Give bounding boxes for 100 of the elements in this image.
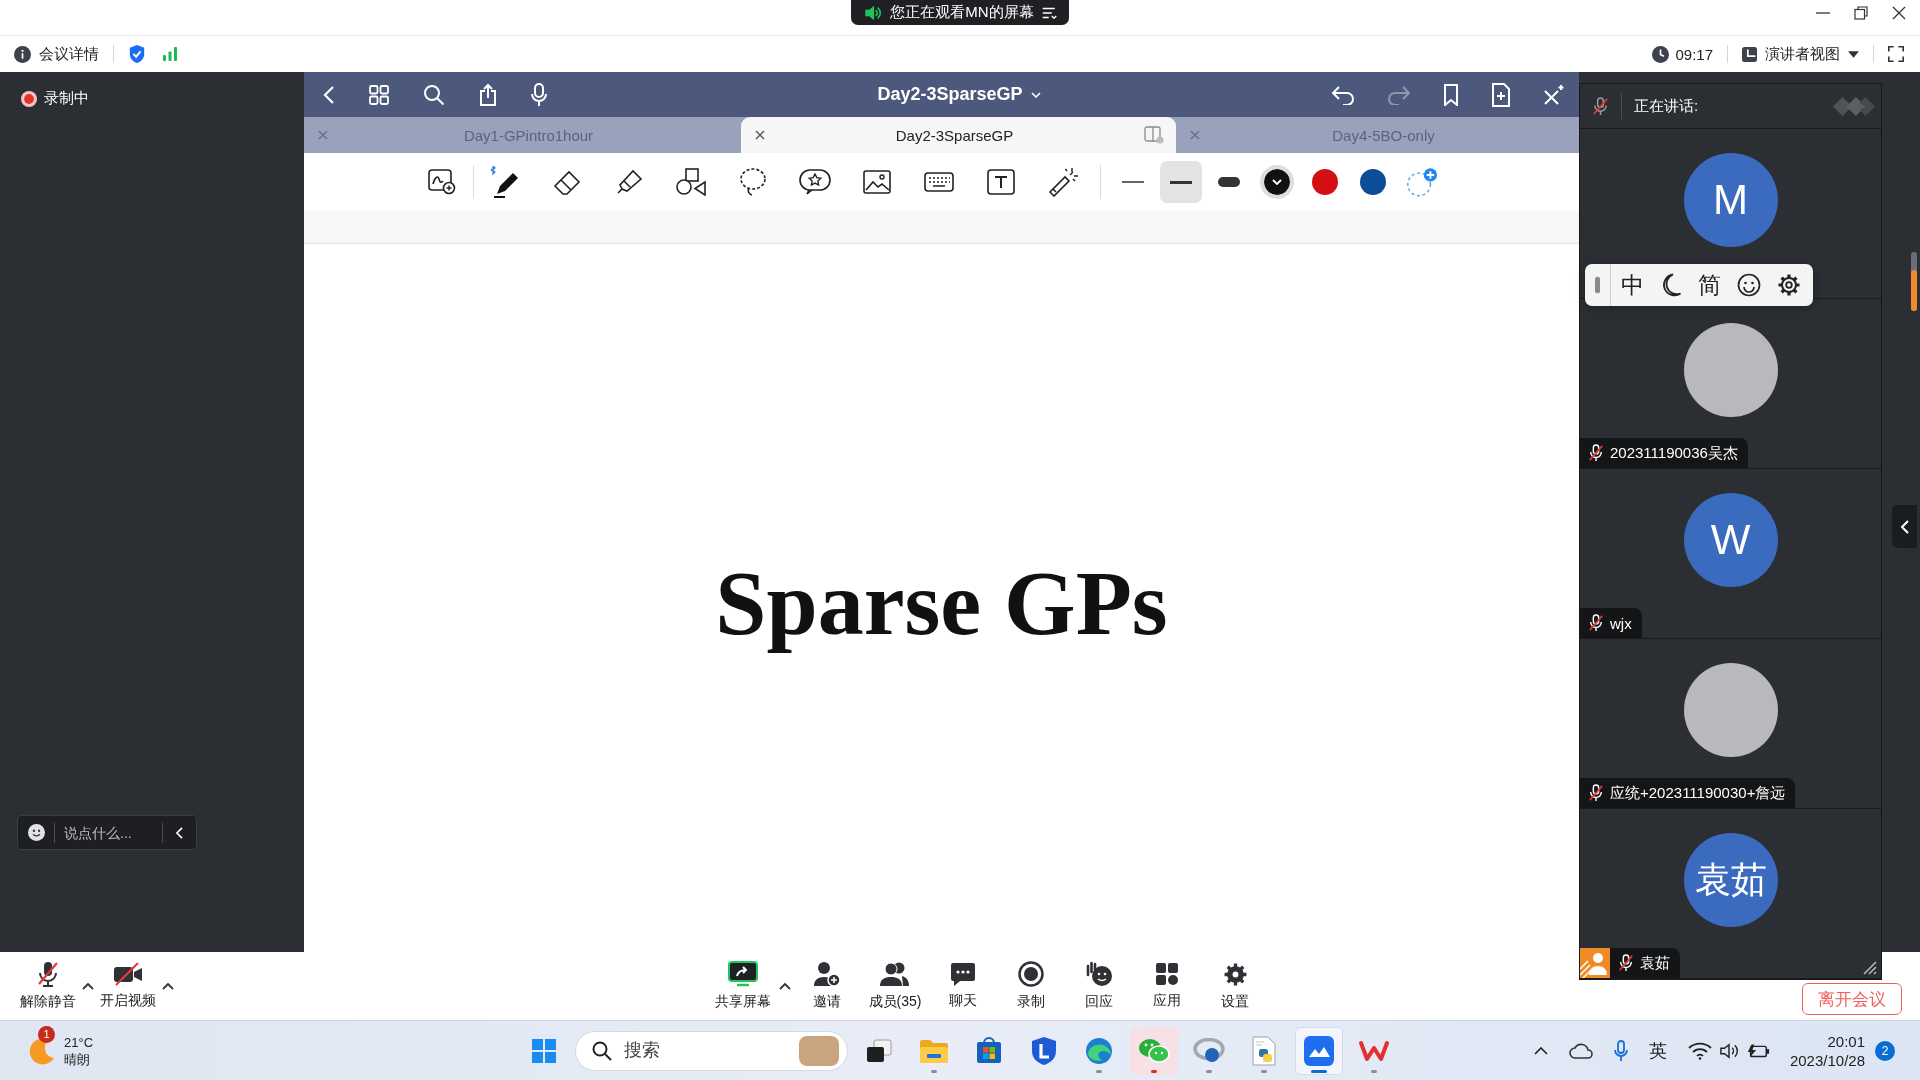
record-icon: [1018, 961, 1044, 987]
eraser-icon[interactable]: [553, 168, 581, 196]
recording-label: 录制中: [44, 89, 89, 108]
mic-icon[interactable]: [1613, 1039, 1628, 1062]
caret-up-icon[interactable]: [779, 982, 791, 990]
pen-icon[interactable]: [490, 166, 520, 198]
add-page-icon[interactable]: [1491, 82, 1511, 107]
highlighter-icon[interactable]: [615, 168, 643, 196]
close-icon[interactable]: [1892, 6, 1906, 20]
keyboard-icon[interactable]: [924, 172, 954, 192]
page-heading: Sparse GPs: [715, 551, 1168, 656]
fullscreen-icon[interactable]: [1888, 46, 1904, 62]
smiley-icon[interactable]: [28, 824, 45, 841]
grid-icon[interactable]: [368, 83, 390, 106]
share-icon[interactable]: [478, 82, 498, 107]
document-title-button[interactable]: Day2-3SparseGP: [847, 84, 1041, 105]
resize-grip-icon[interactable]: [1861, 959, 1877, 975]
drag-handle-icon[interactable]: [1595, 275, 1600, 295]
script-toggle-button[interactable]: 简: [1698, 269, 1721, 301]
color-swatch[interactable]: [1312, 169, 1338, 195]
chevron-down-icon: [1030, 91, 1041, 98]
toolbar-button[interactable]: 共享屏幕: [709, 961, 777, 1011]
info-icon: [14, 45, 31, 63]
mic-icon[interactable]: [531, 82, 547, 107]
taskbar-time: 20:01: [1827, 1031, 1865, 1051]
weather-condition: 晴朗: [64, 1050, 91, 1068]
speaker-icon: [863, 4, 883, 21]
chevron-up-icon[interactable]: [1533, 1046, 1548, 1055]
smiley-icon[interactable]: [1737, 273, 1761, 297]
script-file-icon: [1251, 1035, 1277, 1066]
sticker-icon[interactable]: [799, 169, 831, 195]
speaking-label: 正在讲话:: [1634, 96, 1699, 116]
back-icon[interactable]: [323, 84, 335, 105]
toolbar-button[interactable]: 成员(35): [861, 961, 929, 1011]
caret-up-icon[interactable]: [162, 982, 174, 990]
shield-check-icon[interactable]: [128, 44, 146, 64]
shapes-icon[interactable]: [676, 168, 706, 196]
toolbar-button[interactable]: 应用: [1133, 962, 1201, 1010]
handwriting-zoom-icon[interactable]: [428, 169, 456, 195]
volume-icon[interactable]: [1717, 1041, 1740, 1060]
add-color-icon[interactable]: [1404, 166, 1438, 198]
store-bag-icon: [976, 1037, 1002, 1064]
avatar: 袁茹: [1683, 833, 1778, 927]
close-icon[interactable]: [755, 130, 765, 140]
cloud-icon[interactable]: [1568, 1042, 1593, 1059]
scrollbar[interactable]: [1911, 252, 1917, 311]
restore-icon[interactable]: [1854, 6, 1868, 20]
participant-name: 202311190036吴杰: [1610, 443, 1738, 463]
caret-up-icon[interactable]: [82, 982, 94, 990]
image-icon[interactable]: [863, 170, 891, 194]
bookmark-icon[interactable]: [1443, 83, 1459, 106]
shield-app-icon: [1031, 1035, 1057, 1066]
chat-input[interactable]: 说点什么...: [54, 822, 153, 843]
document-tab[interactable]: Day2-3SparseGP: [741, 117, 1176, 153]
input-language-button[interactable]: 英: [1648, 1038, 1667, 1063]
color-swatch[interactable]: [1260, 165, 1294, 199]
avatar: M: [1683, 153, 1778, 247]
participant-name: wjx: [1610, 614, 1632, 632]
search-icon[interactable]: [423, 83, 445, 106]
toolbar-button[interactable]: 邀请: [793, 961, 861, 1011]
toolbar-button[interactable]: 录制: [997, 961, 1065, 1011]
chat-bubbles-icon: [1138, 1037, 1170, 1064]
temperature: 21°C: [64, 1033, 94, 1051]
zigzag-app-icon: [1358, 1038, 1390, 1063]
toolbar-button[interactable]: 解除静音: [16, 961, 80, 1011]
toolbar-button[interactable]: 回应: [1065, 961, 1133, 1011]
color-swatch[interactable]: [1360, 169, 1386, 195]
stroke-width-button[interactable]: [1160, 161, 1202, 203]
battery-icon[interactable]: [1745, 1042, 1770, 1059]
chat-bar[interactable]: 说点什么...: [17, 815, 197, 850]
collapse-button[interactable]: [1892, 505, 1917, 548]
chat-bubble-icon: [950, 962, 976, 986]
toolbar-button[interactable]: 聊天: [929, 962, 997, 1010]
mic-off-icon: [1592, 96, 1609, 116]
raised-hand-icon: [1085, 961, 1113, 987]
moon-icon[interactable]: [1660, 273, 1682, 297]
chevron-down-icon: [1272, 179, 1282, 185]
mic-off-icon: [36, 961, 60, 987]
toolbar-button[interactable]: 开启视频: [96, 962, 160, 1010]
text-box-icon[interactable]: [987, 169, 1015, 195]
search-input[interactable]: 搜索: [624, 1040, 787, 1061]
task-view-icon: [866, 1038, 892, 1063]
mountain-app-icon: [1304, 1035, 1334, 1066]
laser-pointer-icon[interactable]: [1048, 167, 1078, 197]
signal-bars-icon[interactable]: [162, 46, 178, 62]
input-mode-button[interactable]: 中: [1621, 269, 1644, 301]
toolbar-button[interactable]: 设置: [1201, 961, 1269, 1011]
wifi-icon[interactable]: [1687, 1041, 1712, 1060]
lasso-icon[interactable]: [739, 167, 767, 197]
meeting-details-button[interactable]: 会议详情: [14, 44, 99, 64]
swirl-browser-icon: [1085, 1036, 1113, 1065]
add-person-icon: [813, 961, 841, 987]
view-mode-button[interactable]: 演讲者视图: [1742, 44, 1859, 64]
undo-icon[interactable]: [1331, 84, 1355, 105]
search-bar[interactable]: 搜索: [575, 1030, 848, 1071]
menu-icon[interactable]: [1041, 6, 1057, 19]
settings-icon[interactable]: [1777, 273, 1801, 297]
notification-badge[interactable]: 2: [1875, 1040, 1895, 1061]
side-panel-icon[interactable]: [1144, 126, 1164, 144]
photo-placeholder: [799, 1035, 839, 1066]
